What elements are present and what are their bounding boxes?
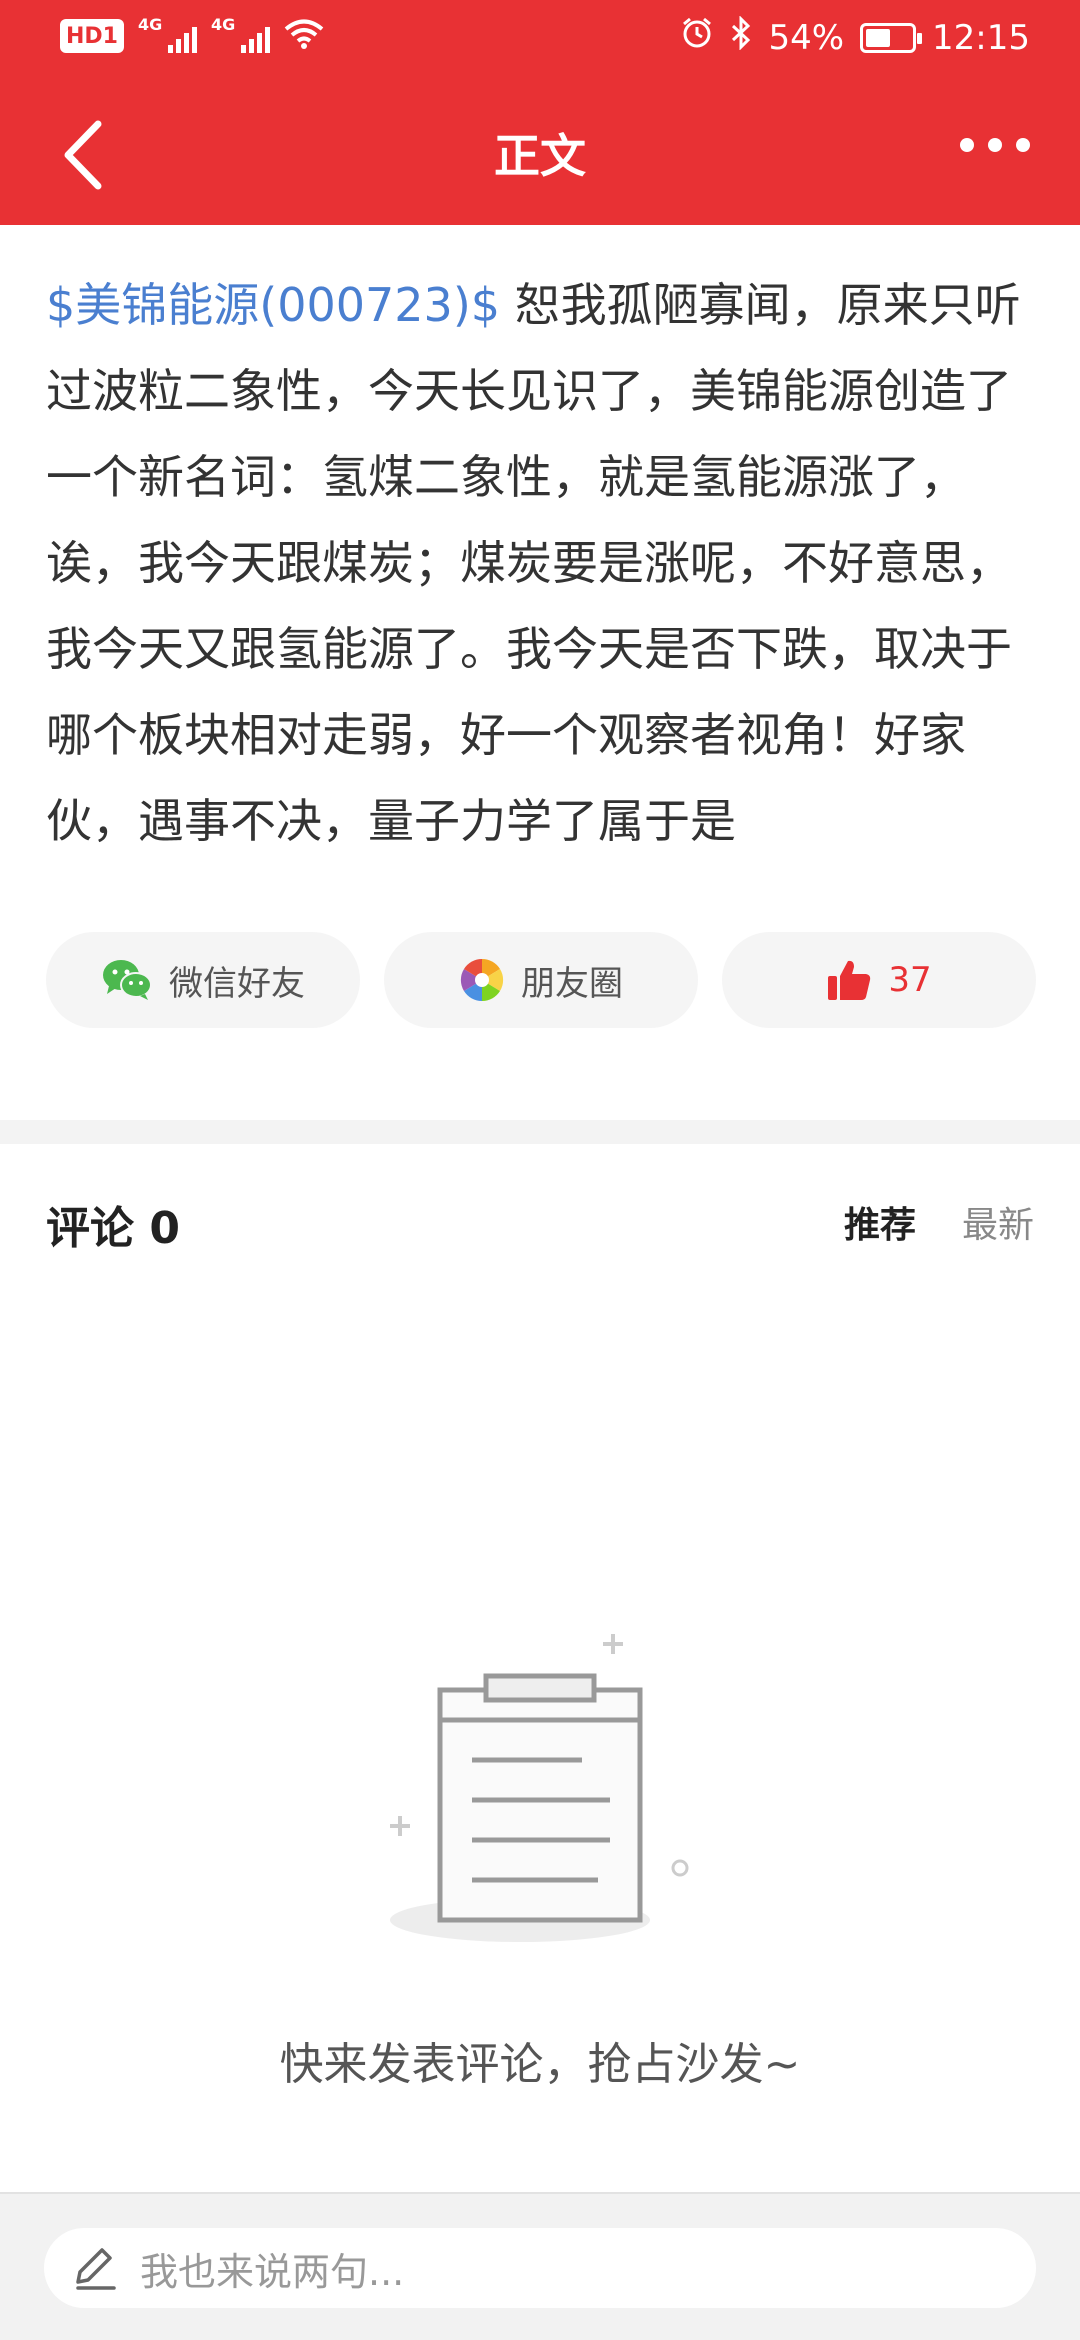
share-wechat-label: 微信好友 bbox=[169, 963, 305, 1004]
clock: 12:15 bbox=[932, 17, 1030, 58]
thumbs-up-icon bbox=[828, 960, 871, 1000]
more-dot bbox=[988, 138, 1002, 152]
share-moments-label: 朋友圈 bbox=[521, 963, 623, 1004]
signal-label: 4G bbox=[210, 15, 236, 34]
like-button[interactable]: 37 bbox=[722, 932, 1036, 1028]
share-row: 微信好友 朋友圈 37 bbox=[46, 932, 1036, 1028]
comment-placeholder: 我也来说两句... bbox=[140, 2249, 405, 2294]
page-title: 正文 bbox=[494, 129, 586, 183]
signal-icon: 4G bbox=[211, 15, 270, 53]
more-dot bbox=[1016, 138, 1030, 152]
comment-composer-bar: 我也来说两句... bbox=[0, 2192, 1080, 2340]
empty-comments-text: 快来发表评论，抢占沙发~ bbox=[279, 2039, 801, 2090]
signal-icon: 4G bbox=[138, 15, 197, 53]
nav-header: 正文 bbox=[0, 80, 1080, 225]
battery-icon bbox=[860, 22, 923, 53]
share-wechat-button[interactable]: 微信好友 bbox=[46, 932, 360, 1028]
moments-icon bbox=[460, 958, 504, 1002]
more-dot bbox=[960, 138, 974, 152]
wifi-icon bbox=[284, 18, 324, 54]
signal-label: 4G bbox=[137, 15, 163, 34]
article-body: $美锦能源(000723)$ 恕我孤陋寡闻，原来只听过波粒二象性，今天长见识了，… bbox=[46, 262, 1036, 864]
wechat-icon bbox=[103, 960, 152, 1000]
top-bar: HD1 4G 4G 54% 12:15 正文 bbox=[0, 0, 1080, 225]
like-count: 37 bbox=[888, 960, 932, 1000]
stock-link[interactable]: $美锦能源(000723)$ bbox=[46, 278, 500, 332]
section-divider bbox=[0, 1120, 1080, 1144]
network-badge: HD1 bbox=[60, 19, 124, 53]
battery-fill bbox=[866, 28, 890, 47]
status-bar: HD1 4G 4G 54% 12:15 bbox=[0, 0, 1080, 80]
article-text: 恕我孤陋寡闻，原来只听过波粒二象性，今天长见识了，美锦能源创造了一个新名词：氢煤… bbox=[46, 278, 1021, 848]
comment-sort-tabs: 推荐 最新 bbox=[844, 1196, 1034, 1248]
battery-percent: 54% bbox=[768, 17, 845, 58]
comment-input[interactable]: 我也来说两句... bbox=[44, 2228, 1036, 2308]
pencil-icon bbox=[76, 2248, 116, 2290]
share-moments-button[interactable]: 朋友圈 bbox=[384, 932, 698, 1028]
more-button[interactable] bbox=[960, 138, 1030, 152]
tab-latest[interactable]: 最新 bbox=[962, 1196, 1034, 1248]
comments-title: 评论 0 bbox=[46, 1203, 180, 1254]
empty-clipboard-icon bbox=[390, 1634, 689, 1942]
tab-recommended[interactable]: 推荐 bbox=[844, 1196, 916, 1248]
bluetooth-icon bbox=[730, 15, 752, 59]
alarm-icon bbox=[680, 16, 714, 59]
